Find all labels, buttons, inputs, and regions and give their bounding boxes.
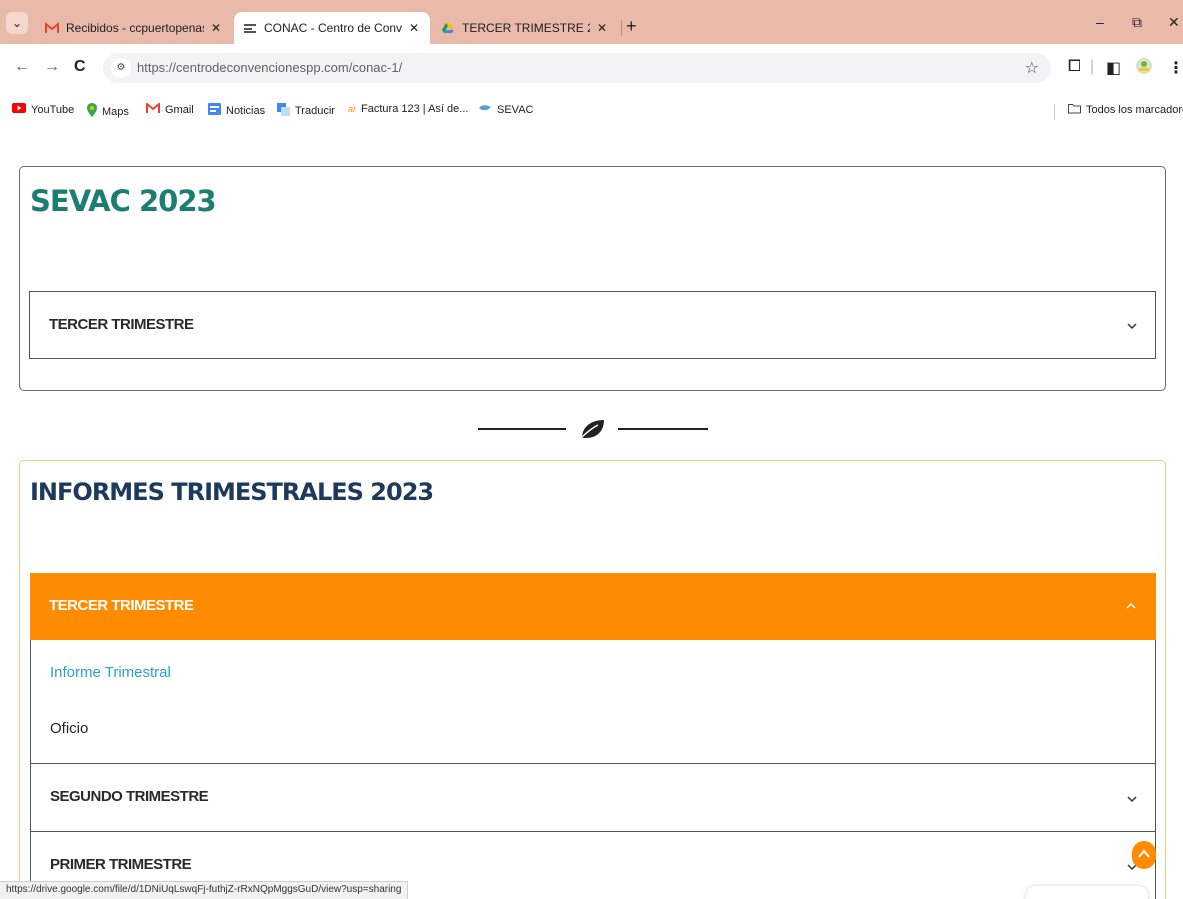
url-text[interactable]: https://centrodeconvencionespp.com/conac… bbox=[137, 60, 402, 75]
scroll-to-top-button[interactable] bbox=[1132, 841, 1156, 869]
all-bookmarks-folder[interactable]: Todos los marcadores bbox=[1068, 103, 1183, 117]
sevac-title: SEVAC 2023 bbox=[30, 184, 217, 218]
bookmark-separator bbox=[1054, 104, 1055, 120]
informes-title: INFORMES TRIMESTRALES 2023 bbox=[30, 478, 434, 506]
gmail-icon bbox=[44, 20, 60, 36]
news-icon bbox=[208, 103, 221, 118]
bookmark-maps[interactable]: Maps bbox=[87, 103, 129, 120]
leaf-icon bbox=[579, 420, 604, 440]
more-menu-icon[interactable]: ⋮ bbox=[1168, 58, 1183, 78]
toolbar-divider: | bbox=[1090, 58, 1095, 75]
side-panel-icon[interactable]: ◧ bbox=[1106, 58, 1121, 78]
tab-strip: ⌄ Recibidos - ccpuertopenasco@ ✕ CONAC -… bbox=[0, 0, 1183, 44]
bookmarks-bar: YouTube Maps Gmail Noticias Traducir ar … bbox=[0, 96, 1183, 126]
profile-avatar[interactable] bbox=[1136, 58, 1152, 79]
divider-line bbox=[478, 428, 566, 430]
restore-icon[interactable]: ⧉ bbox=[1132, 14, 1142, 31]
tab-title: TERCER TRIMESTRE 2023(FALT bbox=[462, 21, 590, 35]
address-bar[interactable]: ⚙ https://centrodeconvencionespp.com/con… bbox=[103, 53, 1051, 83]
accordion-label: PRIMER TRIMESTRE bbox=[50, 856, 192, 873]
chevron-down-icon bbox=[1127, 323, 1137, 330]
accordion-label: TERCER TRIMESTRE bbox=[49, 316, 194, 333]
tab-conac[interactable]: CONAC - Centro de Convencio ✕ bbox=[234, 12, 430, 44]
accordion-item-tercer-trimestre[interactable]: TERCER TRIMESTRE bbox=[29, 291, 1156, 359]
oficio-link[interactable]: Oficio bbox=[50, 720, 88, 737]
divider-line bbox=[618, 428, 708, 430]
tab-drive[interactable]: TERCER TRIMESTRE 2023(FALT ✕ bbox=[432, 12, 618, 44]
site-info-icon[interactable]: ⚙ bbox=[111, 58, 131, 78]
gmail-icon bbox=[146, 101, 160, 117]
close-tab-icon[interactable]: ✕ bbox=[406, 21, 422, 35]
accordion-label: SEGUNDO TRIMESTRE bbox=[50, 788, 209, 805]
informes-card: INFORMES TRIMESTRALES 2023 TERCER TRIMES… bbox=[19, 460, 1166, 899]
bookmark-youtube[interactable]: YouTube bbox=[12, 103, 74, 116]
accordion-label: TERCER TRIMESTRE bbox=[49, 597, 194, 614]
browser-toolbar: ← → C ⚙ https://centrodeconvencionespp.c… bbox=[0, 44, 1183, 96]
new-tab-button[interactable]: + bbox=[626, 16, 637, 37]
bookmark-factura[interactable]: ar Factura 123 | Así de... bbox=[348, 103, 468, 115]
sevac-card: SEVAC 2023 TERCER TRIMESTRE bbox=[19, 166, 1166, 391]
informe-trimestral-link[interactable]: Informe Trimestral bbox=[50, 664, 171, 681]
back-icon[interactable]: ← bbox=[14, 58, 30, 76]
bookmark-traducir[interactable]: Traducir bbox=[277, 103, 335, 119]
tab-search-button[interactable]: ⌄ bbox=[6, 12, 28, 34]
youtube-icon bbox=[12, 103, 26, 116]
close-tab-icon[interactable]: ✕ bbox=[594, 21, 610, 35]
bookmark-noticias[interactable]: Noticias bbox=[208, 103, 265, 118]
bookmark-sevac[interactable]: SEVAC bbox=[478, 103, 533, 116]
forward-icon[interactable]: → bbox=[44, 58, 60, 76]
chevron-up-icon bbox=[1126, 602, 1136, 609]
accordion-item-segundo-trimestre[interactable]: SEGUNDO TRIMESTRE bbox=[30, 763, 1156, 832]
chevron-down-icon bbox=[1127, 796, 1137, 803]
bookmark-star-icon[interactable]: ☆ bbox=[1025, 58, 1039, 78]
chevron-up-icon bbox=[1138, 849, 1150, 858]
leaf-divider bbox=[478, 418, 708, 440]
tab-title: CONAC - Centro de Convencio bbox=[264, 21, 402, 35]
translate-icon bbox=[277, 103, 290, 119]
status-bar-url: https://drive.google.com/file/d/1DNiUqLs… bbox=[0, 881, 409, 899]
folder-icon bbox=[1068, 103, 1081, 117]
tab-title: Recibidos - ccpuertopenasco@ bbox=[66, 21, 204, 35]
accordion-item-tercer-trimestre-open[interactable]: TERCER TRIMESTRE bbox=[30, 573, 1156, 640]
close-tab-icon[interactable]: ✕ bbox=[208, 21, 224, 35]
site-icon bbox=[242, 20, 258, 36]
accordion-panel: Informe Trimestral Oficio bbox=[30, 640, 1156, 764]
bookmark-gmail[interactable]: Gmail bbox=[146, 101, 194, 117]
minimize-icon[interactable]: – bbox=[1096, 14, 1104, 30]
maps-icon bbox=[87, 103, 97, 120]
reload-icon[interactable]: C bbox=[74, 58, 86, 76]
extensions-icon[interactable]: ⧠ bbox=[1068, 58, 1081, 76]
factura-icon: ar bbox=[348, 104, 357, 114]
sevac-icon bbox=[478, 103, 492, 116]
close-window-icon[interactable]: ✕ bbox=[1168, 14, 1180, 31]
tab-gmail[interactable]: Recibidos - ccpuertopenasco@ ✕ bbox=[36, 12, 232, 44]
chat-widget-tab[interactable] bbox=[1026, 886, 1148, 899]
google-drive-icon bbox=[440, 20, 456, 36]
tab-separator bbox=[621, 20, 622, 36]
